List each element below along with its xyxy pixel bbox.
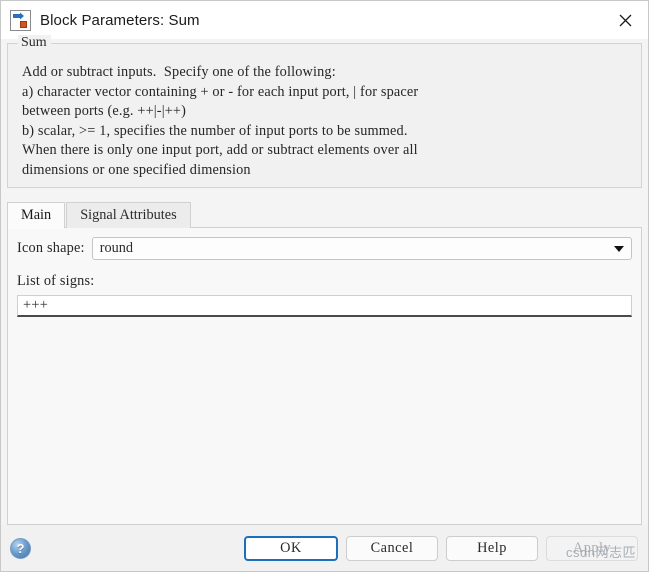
title-bar: Block Parameters: Sum bbox=[1, 1, 648, 39]
help-question-glyph: ? bbox=[16, 540, 25, 556]
block-parameters-dialog: Block Parameters: Sum Sum Add or subtrac… bbox=[0, 0, 649, 572]
group-box-legend: Sum bbox=[18, 35, 51, 51]
page-title: Block Parameters: Sum bbox=[40, 11, 200, 29]
icon-shape-select[interactable]: round bbox=[91, 237, 632, 260]
dialog-footer: ? OK Cancel Help Apply csdn网志匹 bbox=[1, 525, 648, 571]
icon-shape-row: Icon shape: round bbox=[17, 237, 632, 260]
help-button[interactable]: Help bbox=[446, 535, 538, 561]
tab-main[interactable]: Main bbox=[7, 202, 66, 229]
tab-strip: Main Signal Attributes bbox=[7, 202, 648, 229]
help-question-icon[interactable]: ? bbox=[10, 537, 31, 559]
icon-shape-label: Icon shape: bbox=[17, 240, 85, 256]
chevron-down-icon bbox=[614, 245, 624, 252]
list-of-signs-input[interactable] bbox=[17, 295, 632, 317]
list-of-signs-label: List of signs: bbox=[17, 273, 95, 289]
tab-panel-main: Icon shape: round List of signs: bbox=[7, 228, 642, 525]
dialog-body: Sum Add or subtract inputs. Specify one … bbox=[1, 35, 648, 525]
close-icon[interactable] bbox=[602, 1, 648, 39]
apply-button: Apply bbox=[546, 535, 638, 561]
simulink-block-icon bbox=[10, 9, 31, 31]
footer-button-group: OK Cancel Help Apply bbox=[244, 535, 638, 561]
sum-group-box: Sum Add or subtract inputs. Specify one … bbox=[7, 35, 642, 188]
icon-shape-value: round bbox=[99, 240, 134, 256]
block-description-text: Add or subtract inputs. Specify one of t… bbox=[22, 64, 419, 178]
ok-button[interactable]: OK bbox=[244, 535, 338, 561]
cancel-button[interactable]: Cancel bbox=[346, 535, 438, 561]
tab-signal-attributes[interactable]: Signal Attributes bbox=[66, 202, 191, 228]
